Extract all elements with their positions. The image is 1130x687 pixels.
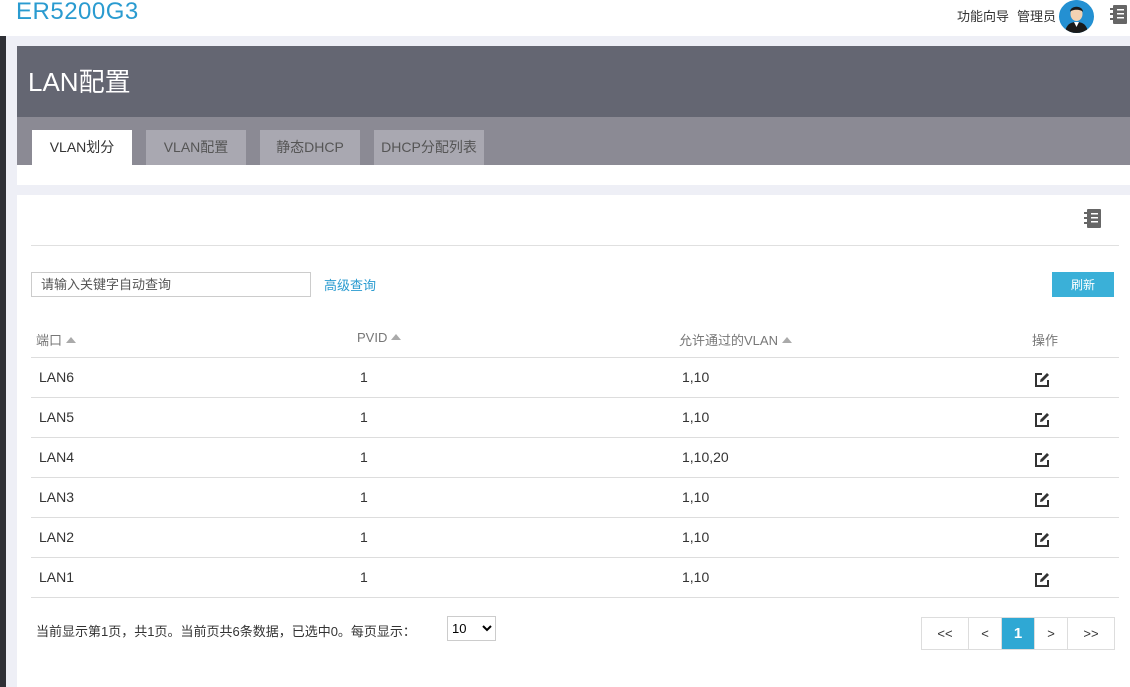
- cell-allowed-vlan: 1,10: [682, 369, 710, 385]
- column-header-port[interactable]: 端口: [36, 330, 77, 349]
- cell-port: LAN5: [39, 409, 75, 425]
- pagination: << < 1 > >>: [921, 617, 1115, 650]
- table-row: LAN4 1 1,10,20: [31, 438, 1119, 478]
- cell-pvid: 1: [360, 569, 368, 585]
- cell-pvid: 1: [360, 449, 368, 465]
- tab-dhcp-lease-list[interactable]: DHCP分配列表: [374, 130, 484, 165]
- table-row: LAN1 1 1,10: [31, 558, 1119, 598]
- brand-logo[interactable]: ER5200G3: [16, 0, 139, 26]
- left-edge-strip: [0, 35, 6, 687]
- pagination-status: 当前显示第1页，共1页。当前页共6条数据，已选中0。每页显示：: [36, 624, 416, 639]
- column-header-pvid[interactable]: PVID: [357, 330, 402, 345]
- cell-pvid: 1: [360, 409, 368, 425]
- edit-icon[interactable]: [1033, 571, 1051, 589]
- tab-vlan-partition[interactable]: VLAN划分: [32, 130, 132, 165]
- column-header-actions: 操作: [1032, 333, 1059, 348]
- table-row: LAN5 1 1,10: [31, 398, 1119, 438]
- table-row: LAN2 1 1,10: [31, 518, 1119, 558]
- page-size-select[interactable]: 10: [447, 616, 496, 641]
- user-avatar-icon: [1060, 0, 1093, 33]
- cell-allowed-vlan: 1,10,20: [682, 449, 729, 465]
- tab-bar: VLAN划分 VLAN配置 静态DHCP DHCP分配列表: [17, 117, 1130, 165]
- tab-static-dhcp[interactable]: 静态DHCP: [260, 130, 360, 165]
- cell-pvid: 1: [360, 489, 368, 505]
- cell-allowed-vlan: 1,10: [682, 529, 710, 545]
- tab-vlan-config[interactable]: VLAN配置: [146, 130, 246, 165]
- cell-pvid: 1: [360, 529, 368, 545]
- current-page-button[interactable]: 1: [1002, 618, 1035, 649]
- content-panel: 高级查询 刷新 端口 PVID 允许通过的VLAN 操作 LAN611,10LA…: [17, 195, 1130, 687]
- vlan-table: 端口 PVID 允许通过的VLAN 操作 LAN6 1 1,10 LAN5 1 1,10 L…: [31, 318, 1119, 598]
- page-header: LAN配置: [17, 46, 1130, 118]
- cell-port: LAN4: [39, 449, 75, 465]
- edit-icon[interactable]: [1033, 371, 1051, 389]
- cell-port: LAN1: [39, 569, 75, 585]
- cell-port: LAN2: [39, 529, 75, 545]
- table-row: LAN6 1 1,10: [31, 358, 1119, 398]
- divider: [31, 245, 1119, 246]
- cell-allowed-vlan: 1,10: [682, 409, 710, 425]
- edit-icon[interactable]: [1033, 451, 1051, 469]
- column-header-allowed-vlan[interactable]: 允许通过的VLAN: [679, 330, 792, 349]
- cell-port: LAN3: [39, 489, 75, 505]
- first-page-button[interactable]: <<: [922, 618, 969, 649]
- advanced-search-link[interactable]: 高级查询: [324, 275, 376, 294]
- cell-pvid: 1: [360, 369, 368, 385]
- prev-page-button[interactable]: <: [969, 618, 1002, 649]
- table-header: 端口 PVID 允许通过的VLAN 操作: [31, 318, 1119, 358]
- wizard-link[interactable]: 功能向导: [957, 6, 1009, 25]
- notebook-icon[interactable]: [1083, 208, 1103, 235]
- edit-icon[interactable]: [1033, 411, 1051, 429]
- table-body: LAN6 1 1,10 LAN5 1 1,10 LAN4 1 1,10,20 LAN3 1 1,10 L…: [31, 358, 1119, 598]
- sort-asc-icon: [66, 337, 77, 343]
- avatar[interactable]: [1059, 0, 1094, 33]
- table-row: LAN3 1 1,10: [31, 478, 1119, 518]
- cell-allowed-vlan: 1,10: [682, 569, 710, 585]
- last-page-button[interactable]: >>: [1068, 618, 1114, 649]
- page-title: LAN配置: [28, 67, 131, 97]
- notebook-icon[interactable]: [1109, 4, 1129, 31]
- next-page-button[interactable]: >: [1035, 618, 1068, 649]
- refresh-button[interactable]: 刷新: [1052, 272, 1114, 297]
- cell-allowed-vlan: 1,10: [682, 489, 710, 505]
- admin-link[interactable]: 管理员: [1017, 6, 1056, 25]
- edit-icon[interactable]: [1033, 491, 1051, 509]
- edit-icon[interactable]: [1033, 531, 1051, 549]
- sort-asc-icon: [391, 334, 402, 340]
- top-bar: ER5200G3 功能向导 管理员: [0, 0, 1130, 36]
- tab-content-spacer: [17, 165, 1130, 185]
- sort-asc-icon: [781, 337, 792, 343]
- cell-port: LAN6: [39, 369, 75, 385]
- search-input[interactable]: [31, 272, 311, 297]
